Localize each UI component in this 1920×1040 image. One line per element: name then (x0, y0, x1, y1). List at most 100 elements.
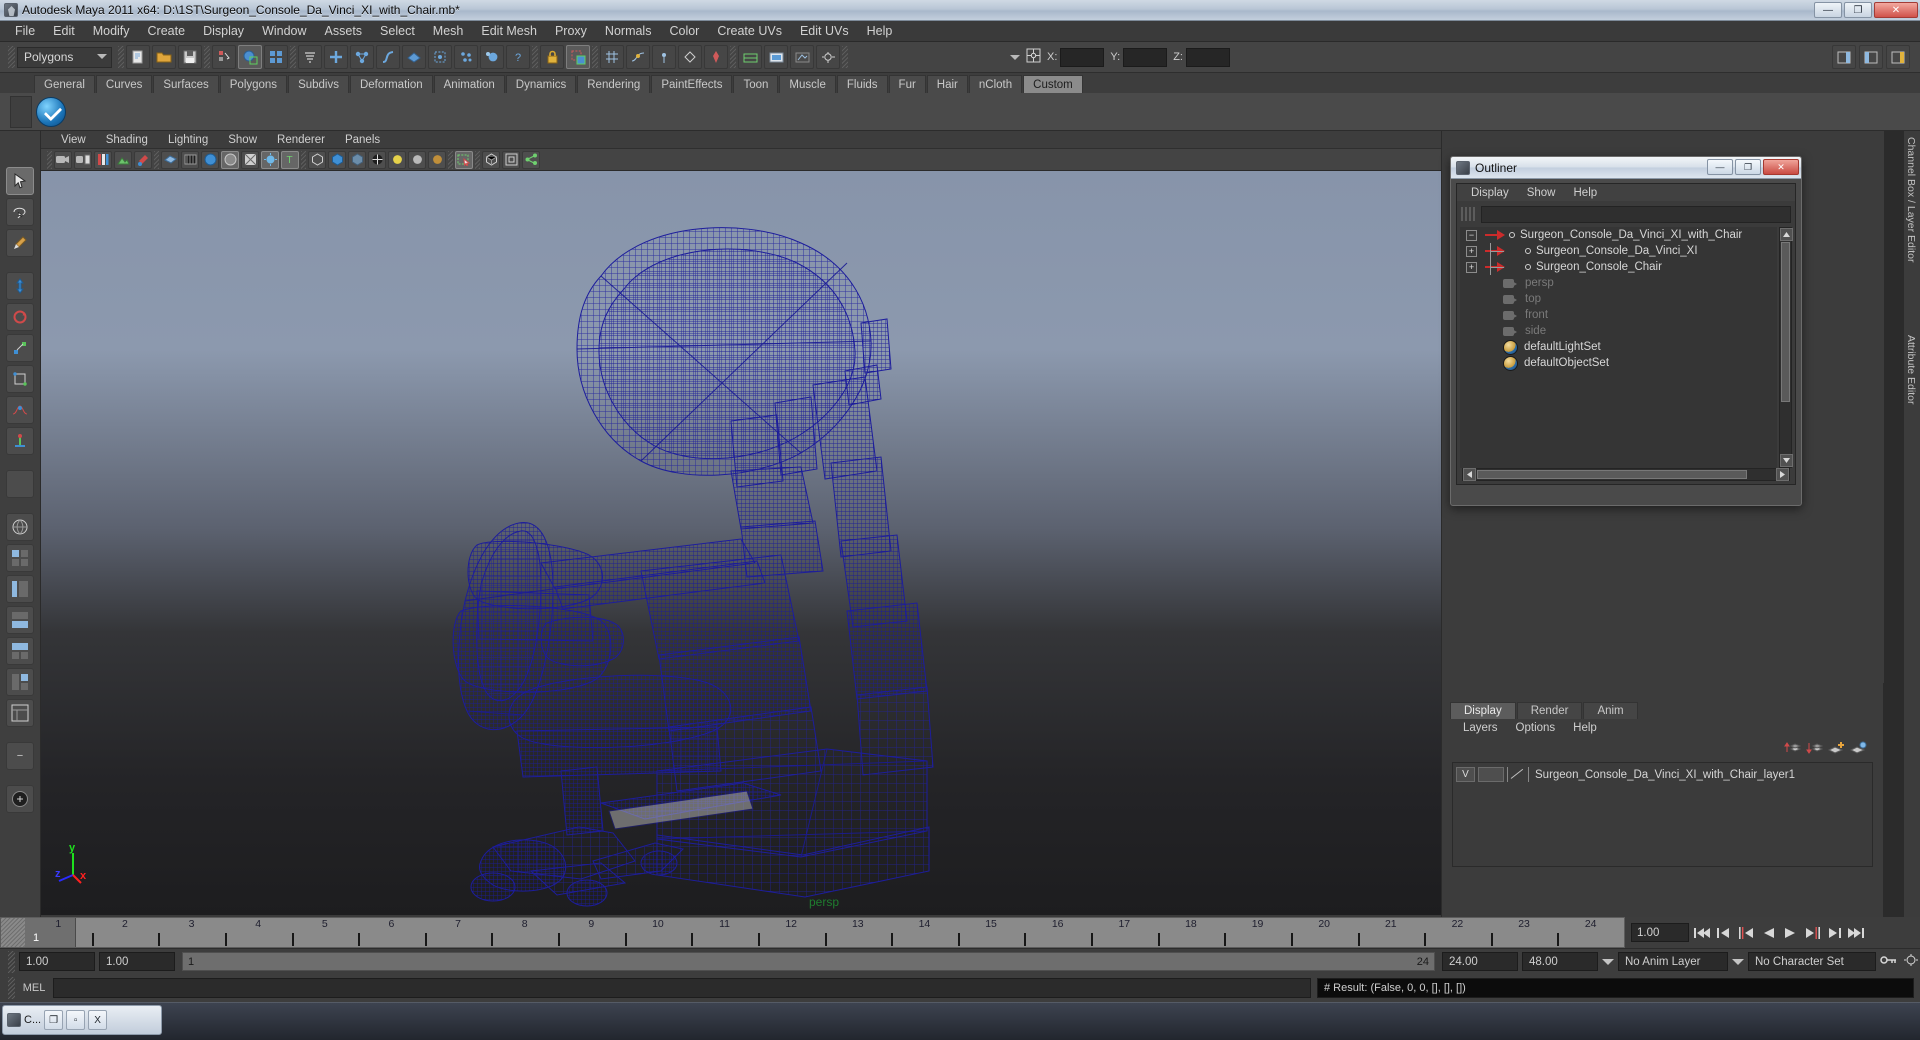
select-by-object-type-button[interactable] (238, 45, 262, 69)
current-time-indicator[interactable]: 1 (25, 918, 76, 947)
outliner-scroll-right-button[interactable] (1776, 468, 1789, 481)
xray-joints-button[interactable] (368, 150, 386, 169)
layer-editor-tab-render[interactable]: Render (1516, 702, 1583, 719)
step-forward-key-button[interactable] (1825, 923, 1843, 943)
camera-attributes-button[interactable] (74, 150, 92, 169)
shelf-editor-button[interactable] (10, 96, 32, 128)
outliner-menu-help[interactable]: Help (1565, 187, 1607, 199)
last-tool-used[interactable] (6, 470, 34, 498)
menu-item-select[interactable]: Select (371, 22, 424, 40)
xray-shaded-button[interactable] (482, 150, 500, 169)
time-slider-track[interactable]: 1 1 2 3 4 5 6 7 8 9 10 11 12 13 14 15 16 17 18 19 20 21 22 23 2… (25, 918, 1624, 947)
menu-item-edit-uvs[interactable]: Edit UVs (791, 22, 858, 40)
play-forwards-button[interactable] (1781, 923, 1799, 943)
window-controls[interactable]: — ❐ ✕ (1814, 2, 1918, 18)
outliner-expander-icon[interactable]: − (1466, 229, 1477, 241)
taskbar-close-button[interactable]: X (88, 1010, 108, 1030)
lighting-mode-button[interactable] (261, 150, 279, 169)
layer-menu-options[interactable]: Options (1507, 722, 1565, 734)
render-settings-button[interactable] (816, 45, 840, 69)
anim-layer-chevron-icon[interactable] (1602, 958, 1614, 965)
menu-item-mesh[interactable]: Mesh (424, 22, 473, 40)
command-language-label[interactable]: MEL (21, 982, 47, 994)
y-coordinate-input[interactable] (1123, 47, 1168, 67)
step-back-key-button[interactable] (1715, 923, 1733, 943)
shelf-tab-animation[interactable]: Animation (433, 75, 505, 93)
paint-selection-tool[interactable] (6, 229, 34, 257)
window-minimize-button[interactable]: — (1814, 2, 1842, 18)
x-coordinate-input[interactable] (1060, 47, 1105, 67)
viewport-menu-shading[interactable]: Shading (96, 134, 158, 146)
universal-manipulator-tool[interactable] (6, 365, 34, 393)
persp-outliner-layout-button[interactable] (6, 575, 34, 603)
outliner-hscroll-thumb[interactable] (1477, 470, 1747, 479)
render-current-frame-button[interactable] (764, 45, 788, 69)
step-back-frame-button[interactable] (1737, 923, 1755, 943)
shadows-button[interactable] (308, 150, 326, 169)
tab-attribute-editor[interactable]: Attribute Editor (1904, 329, 1918, 410)
outliner-item-side[interactable]: side (1460, 323, 1777, 339)
layer-color-swatch[interactable] (1507, 767, 1529, 782)
open-render-view-button[interactable] (738, 45, 762, 69)
viewport-toolbar-grip[interactable] (47, 150, 52, 169)
collapse-toolbox-button[interactable]: − (6, 742, 34, 770)
select-by-component-type-button[interactable] (264, 45, 288, 69)
select-deformations-button[interactable] (428, 45, 452, 69)
viewport-menu-view[interactable]: View (51, 134, 96, 146)
shelf-tab-rendering[interactable]: Rendering (577, 75, 651, 93)
viewport-menu-lighting[interactable]: Lighting (158, 134, 218, 146)
menu-set-selector[interactable]: Polygons (17, 46, 112, 68)
select-tool[interactable] (6, 167, 34, 195)
range-start-time-field[interactable]: 1.00 (99, 952, 175, 971)
shelf-tab-ncloth[interactable]: nCloth (968, 75, 1023, 93)
statusline-grip[interactable] (8, 46, 15, 68)
outliner-close-button[interactable]: ✕ (1763, 159, 1799, 175)
coordinate-menu-chevron-icon[interactable] (1010, 54, 1020, 60)
select-rendering-button[interactable] (480, 45, 504, 69)
outliner-item-Surgeon_Console_Chair[interactable]: + Surgeon_Console_Chair (1460, 259, 1777, 275)
menu-item-display[interactable]: Display (194, 22, 253, 40)
layer-visibility-toggle[interactable]: V (1456, 767, 1475, 782)
taskbar-restore-button[interactable]: ❐ (44, 1010, 64, 1030)
shelf-tab-polygons[interactable]: Polygons (219, 75, 288, 93)
layer-playback-toggle[interactable] (1478, 767, 1504, 782)
shelf-tab-fluids[interactable]: Fluids (836, 75, 888, 93)
bookmark-button[interactable] (94, 150, 112, 169)
outliner-scroll-up-button[interactable] (1780, 228, 1793, 241)
layer-row[interactable]: V Surgeon_Console_Da_Vinci_XI_with_Chair_… (1456, 766, 1869, 783)
outliner-item-defaultLightSet[interactable]: defaultLightSet (1460, 339, 1777, 355)
select-surfaces-button[interactable] (402, 45, 426, 69)
animation-start-time-field[interactable]: 1.00 (19, 952, 95, 971)
create-new-layer-icon[interactable] (1827, 741, 1845, 755)
select-marquee-button[interactable] (455, 150, 473, 169)
exposure-button[interactable] (502, 150, 520, 169)
taskbar-app-button[interactable]: C... ❐ ▫ X (2, 1005, 162, 1035)
paint-effects-button[interactable] (134, 150, 152, 169)
menu-item-window[interactable]: Window (253, 22, 315, 40)
go-to-start-button[interactable] (1693, 923, 1711, 943)
outliner-horizontal-scrollbar[interactable] (1462, 468, 1790, 481)
menu-item-create[interactable]: Create (139, 22, 195, 40)
shelf-tab-subdivs[interactable]: Subdivs (288, 75, 349, 93)
tab-channel-box-layer-editor[interactable]: Channel Box / Layer Editor (1904, 131, 1918, 269)
z-coordinate-input[interactable] (1185, 47, 1230, 67)
shadow-light-button[interactable] (428, 150, 446, 169)
outliner-filter-icon[interactable] (1461, 207, 1477, 221)
move-layer-up-icon[interactable] (1784, 741, 1802, 755)
command-line-grip[interactable] (8, 977, 15, 999)
soft-modification-tool[interactable] (6, 396, 34, 424)
xray-text-button[interactable]: T (281, 150, 299, 169)
outliner-menu-display[interactable]: Display (1462, 187, 1518, 199)
texture-mode-button[interactable] (241, 150, 259, 169)
new-scene-button[interactable] (126, 45, 150, 69)
snap-to-point-button[interactable] (652, 45, 676, 69)
scale-tool[interactable] (6, 334, 34, 362)
shelf-tab-curves[interactable]: Curves (95, 75, 153, 93)
isolate-select-button[interactable] (328, 150, 346, 169)
lasso-tool[interactable] (6, 198, 34, 226)
outliner-item-top[interactable]: top (1460, 291, 1777, 307)
layer-menu-layers[interactable]: Layers (1454, 722, 1507, 734)
animation-preferences-icon[interactable] (1902, 953, 1920, 971)
shelf-tab-fur[interactable]: Fur (888, 75, 926, 93)
menu-item-assets[interactable]: Assets (316, 22, 372, 40)
